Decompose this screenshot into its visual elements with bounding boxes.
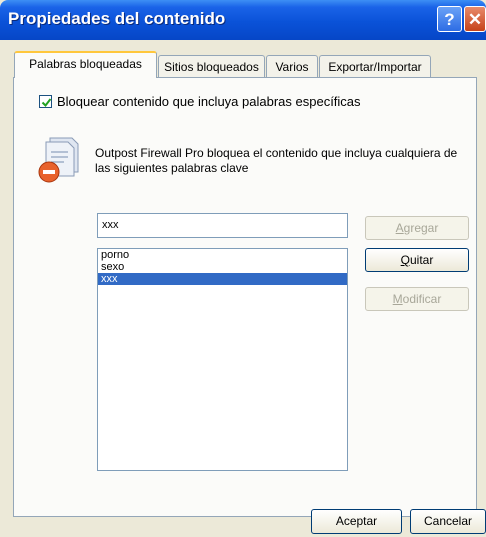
help-button[interactable]: ? xyxy=(437,6,462,32)
close-button[interactable]: ✕ xyxy=(464,6,486,32)
block-words-checkbox[interactable] xyxy=(39,95,52,108)
checkmark-icon xyxy=(41,98,52,108)
block-words-checkbox-label[interactable]: Bloquear contenido que incluya palabras … xyxy=(57,94,361,109)
add-button[interactable]: Agregar xyxy=(365,216,469,240)
modify-access-key: M xyxy=(392,292,403,306)
remove-button[interactable]: Quitar xyxy=(365,248,469,272)
close-icon: ✕ xyxy=(467,10,483,29)
window-title: Propiedades del contenido xyxy=(8,9,226,28)
keyword-input[interactable]: xxx xyxy=(97,213,348,238)
add-access-key: A xyxy=(395,221,404,235)
help-icon: ? xyxy=(444,10,455,29)
title-bar[interactable]: Propiedades del contenido ? ✕ xyxy=(0,0,486,40)
list-item[interactable]: sexo xyxy=(98,261,347,273)
content-properties-dialog: Propiedades del contenido ? ✕ Sitios blo… xyxy=(0,0,486,537)
tab-blocked-words[interactable]: Palabras bloqueadas xyxy=(14,51,157,78)
modify-button[interactable]: Modificar xyxy=(365,287,469,311)
blocked-content-icon xyxy=(38,136,82,184)
modify-label: odificar xyxy=(402,292,442,306)
remove-access-key: Q xyxy=(400,253,410,267)
ok-button[interactable]: Aceptar xyxy=(311,509,402,534)
cancel-button[interactable]: Cancelar xyxy=(410,509,486,534)
description-text: Outpost Firewall Pro bloquea el contenid… xyxy=(95,146,458,175)
tab-blocked-sites[interactable]: Sitios bloqueados xyxy=(158,55,265,77)
remove-label: uitar xyxy=(410,253,434,267)
tab-export-import[interactable]: Exportar/Importar xyxy=(319,55,431,77)
list-item[interactable]: porno xyxy=(98,249,347,261)
list-item-selected[interactable]: xxx xyxy=(98,273,347,285)
add-label: gregar xyxy=(403,221,439,235)
keyword-list[interactable]: porno sexo xxx xyxy=(97,248,348,471)
tab-misc[interactable]: Varios xyxy=(266,55,318,77)
